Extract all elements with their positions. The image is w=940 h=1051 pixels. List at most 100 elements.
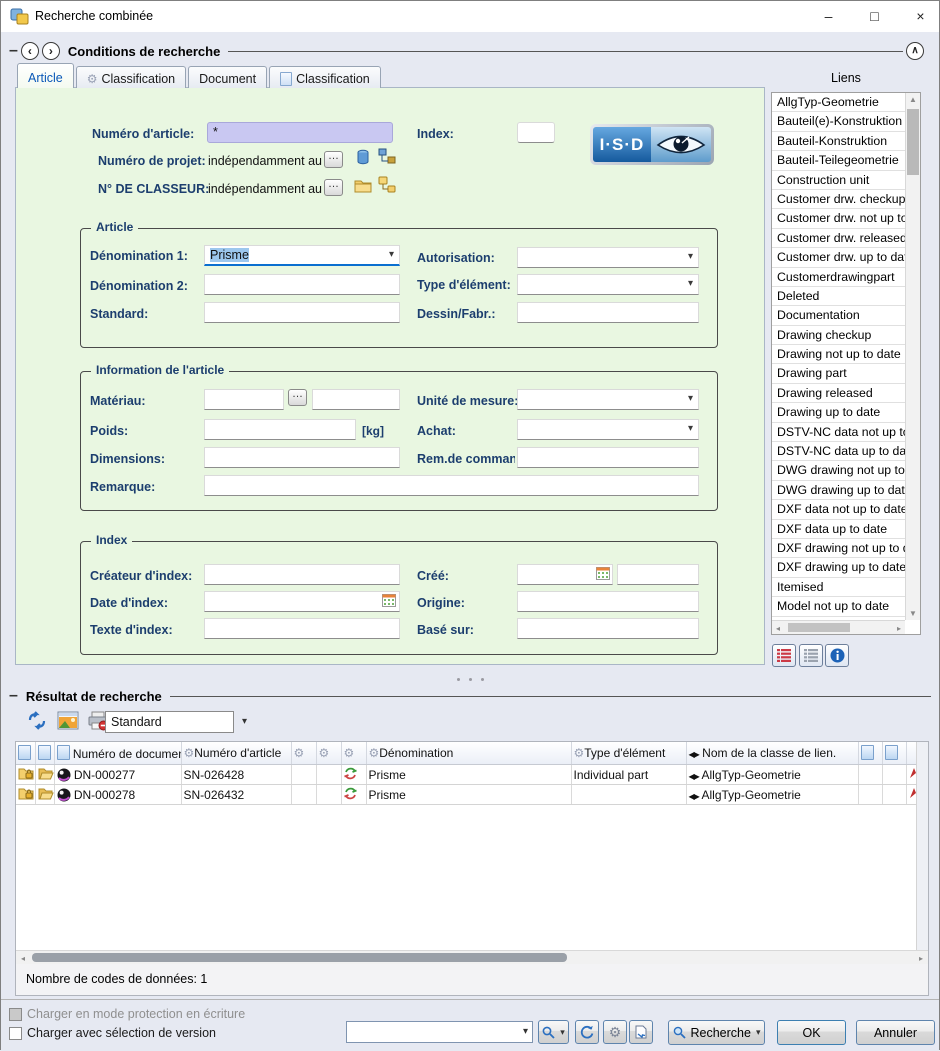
- poids-input[interactable]: [204, 419, 356, 440]
- texte-index-input[interactable]: [204, 618, 400, 639]
- liens-item[interactable]: Construction unit: [772, 171, 905, 190]
- liens-item[interactable]: Customerdrawingpart: [772, 268, 905, 287]
- scroll-left-icon[interactable]: ◂: [774, 624, 782, 633]
- remarque-input[interactable]: [204, 475, 699, 496]
- liens-item[interactable]: Deleted: [772, 287, 905, 306]
- liens-item[interactable]: DXF data not up to date: [772, 500, 905, 519]
- col-attr3[interactable]: ⚙: [341, 742, 366, 765]
- liens-item[interactable]: DXF drawing up to date: [772, 558, 905, 577]
- liens-item[interactable]: AllgTyp-Geometrie: [772, 93, 905, 112]
- materiau-input1[interactable]: [204, 389, 284, 410]
- denomination1-combobox[interactable]: Prisme: [204, 245, 400, 266]
- scrollbar-thumb[interactable]: [907, 109, 919, 175]
- reset-button[interactable]: [575, 1020, 599, 1044]
- scrollbar-thumb[interactable]: [32, 953, 567, 962]
- origine-input[interactable]: [517, 591, 699, 612]
- materiau-browse-button[interactable]: …: [288, 389, 307, 406]
- liens-item[interactable]: Customer drw. checkup: [772, 190, 905, 209]
- denomination2-input[interactable]: [204, 274, 400, 295]
- project-database-icon[interactable]: [354, 149, 372, 166]
- liens-horizontal-scrollbar[interactable]: ◂ ▸: [772, 620, 905, 634]
- col-doc-icon2[interactable]: [35, 742, 54, 765]
- info-button[interactable]: [825, 644, 849, 667]
- base-sur-input[interactable]: [517, 618, 699, 639]
- scroll-right-button[interactable]: ›: [42, 42, 60, 60]
- scroll-right-icon[interactable]: ▸: [895, 624, 903, 633]
- col-doc-icon4[interactable]: [882, 742, 906, 765]
- projet-browse-button[interactable]: …: [324, 151, 343, 168]
- col-denomination[interactable]: ⚙Dénomination: [366, 742, 571, 765]
- tab-document[interactable]: Document: [188, 66, 267, 88]
- minimize-button[interactable]: –: [806, 1, 851, 31]
- scroll-left-icon[interactable]: ◂: [19, 954, 27, 963]
- numero-article-input[interactable]: *: [207, 122, 393, 143]
- liens-item[interactable]: DSTV-NC data not up to date: [772, 423, 905, 442]
- image-preview-icon[interactable]: [57, 711, 79, 731]
- project-structure-icon[interactable]: [378, 148, 396, 165]
- close-button[interactable]: ×: [898, 1, 940, 31]
- dimensions-input[interactable]: [204, 447, 400, 468]
- tab-classification-article[interactable]: ⚙ Classification: [76, 66, 186, 88]
- scroll-right-icon[interactable]: ▸: [917, 954, 925, 963]
- calendar-icon[interactable]: [596, 567, 610, 580]
- col-article-number[interactable]: ⚙Numéro d'article: [181, 742, 291, 765]
- result-view-combobox[interactable]: Standard: [105, 711, 234, 733]
- liens-item[interactable]: Documentation: [772, 306, 905, 325]
- result-row[interactable]: DN-000278 SN-026432 Prisme ◀▶ AllgTyp-Ge…: [16, 785, 916, 805]
- splitter-handle[interactable]: [457, 678, 485, 682]
- col-attr2[interactable]: ⚙: [316, 742, 341, 765]
- date-index-input[interactable]: [204, 591, 400, 612]
- col-doc-icon3[interactable]: [858, 742, 882, 765]
- save-search-button[interactable]: ▾: [538, 1020, 569, 1044]
- tab-classification-document[interactable]: Classification: [269, 66, 381, 88]
- tab-article[interactable]: Article: [17, 63, 74, 88]
- liens-item[interactable]: Bauteil-Teilegeometrie: [772, 151, 905, 170]
- document-search-button[interactable]: [629, 1020, 653, 1044]
- liens-item[interactable]: DXF drawing not up to date: [772, 539, 905, 558]
- folder-icon[interactable]: [354, 177, 372, 194]
- autorisation-combobox[interactable]: [517, 247, 699, 268]
- liens-item[interactable]: DXF data up to date: [772, 520, 905, 539]
- folder-structure-icon[interactable]: [378, 176, 396, 193]
- classification-search-button[interactable]: ⚙: [603, 1020, 627, 1044]
- list-view-red-button[interactable]: [772, 644, 796, 667]
- result-row[interactable]: DN-000277 SN-026428 Prisme Individual pa…: [16, 765, 916, 785]
- col-clipped[interactable]: [906, 742, 916, 765]
- collapse-results-button[interactable]: –: [9, 687, 18, 705]
- index-input[interactable]: [517, 122, 555, 143]
- liens-item[interactable]: Bauteil(e)-Konstruktion: [772, 112, 905, 131]
- col-document-number[interactable]: Numéro de document: [54, 742, 181, 765]
- liens-item[interactable]: Customer drw. not up to date: [772, 209, 905, 228]
- liens-item[interactable]: DSTV-NC data up to date: [772, 442, 905, 461]
- rem-commande-input[interactable]: [517, 447, 699, 468]
- scroll-down-icon[interactable]: ▼: [906, 609, 920, 618]
- classeur-browse-button[interactable]: …: [324, 179, 343, 196]
- results-horizontal-scrollbar[interactable]: ◂ ▸: [16, 950, 928, 964]
- type-element-combobox[interactable]: [517, 274, 699, 295]
- dessin-input[interactable]: [517, 302, 699, 323]
- createur-index-input[interactable]: [204, 564, 400, 585]
- liens-item[interactable]: Customer drw. released: [772, 229, 905, 248]
- scroll-up-icon[interactable]: ▲: [906, 95, 920, 104]
- liens-item[interactable]: Bauteil-Konstruktion: [772, 132, 905, 151]
- ok-button[interactable]: OK: [777, 1020, 846, 1045]
- unite-combobox[interactable]: [517, 389, 699, 410]
- maximize-button[interactable]: □: [852, 1, 897, 31]
- scroll-left-button[interactable]: ‹: [21, 42, 39, 60]
- refresh-results-icon[interactable]: [26, 711, 48, 731]
- liens-item[interactable]: DWG drawing up to date: [772, 481, 905, 500]
- achat-combobox[interactable]: [517, 419, 699, 440]
- materiau-input2[interactable]: [312, 389, 400, 410]
- liens-item[interactable]: DWG drawing not up to date: [772, 461, 905, 480]
- liens-item[interactable]: Drawing up to date: [772, 403, 905, 422]
- liens-vertical-scrollbar[interactable]: ▲ ▼: [905, 93, 920, 620]
- recherche-button[interactable]: Recherche ▾: [668, 1020, 765, 1045]
- col-classe-lien[interactable]: ◀▶ Nom de la classe de lien.: [686, 742, 858, 765]
- liens-item[interactable]: Drawing released: [772, 384, 905, 403]
- calendar-icon[interactable]: [382, 594, 396, 607]
- classeur-value[interactable]: indépendamment au: [208, 182, 322, 196]
- scrollbar-thumb[interactable]: [788, 623, 850, 632]
- col-type-element[interactable]: ⚙Type d'élément: [571, 742, 686, 765]
- collapse-conditions-button[interactable]: ∧: [906, 42, 924, 60]
- liens-item[interactable]: Drawing part: [772, 364, 905, 383]
